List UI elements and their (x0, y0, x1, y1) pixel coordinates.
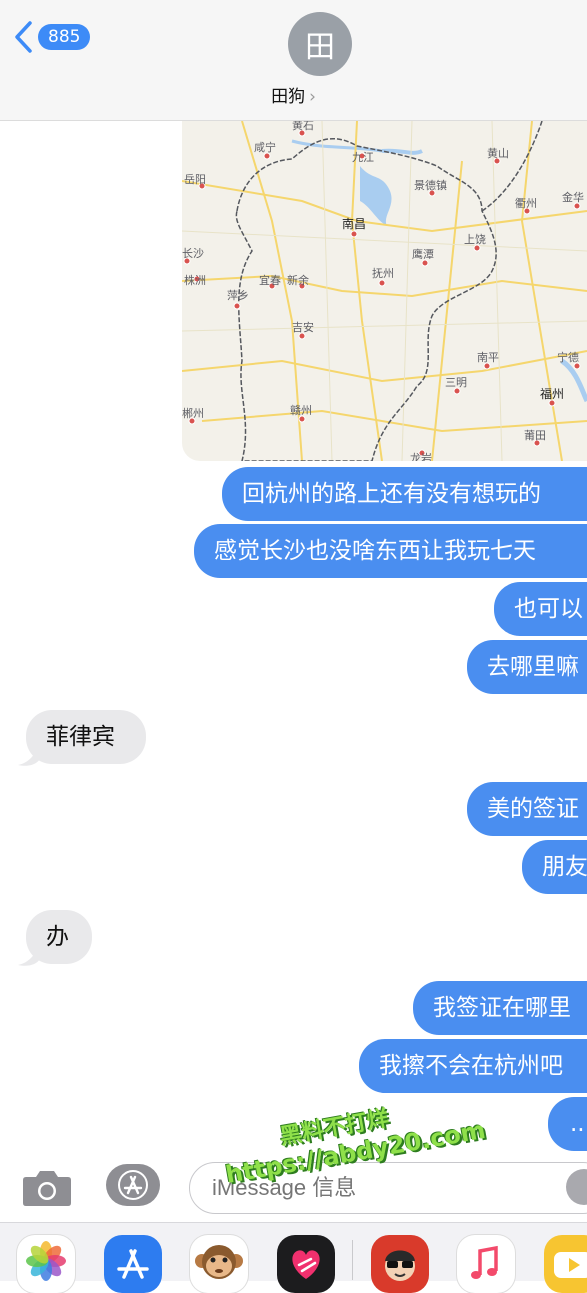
app-store-icon (118, 1170, 148, 1200)
map-city-label: 抚州 (372, 266, 394, 280)
youtube-icon[interactable] (544, 1235, 587, 1293)
map-city-label: 岳阳 (184, 173, 206, 186)
app-store-button[interactable] (106, 1164, 160, 1206)
map-city-label: 南昌 (342, 216, 366, 231)
map-attachment[interactable]: 黄石 咸宁 九江 黄山 岳阳 景德镇 衢州 金华 南昌 长沙 鹰潭 上饶 株洲 … (182, 121, 587, 461)
bubble-tail (18, 745, 40, 766)
message-bubble-sent[interactable]: 回杭州的路上还有没有想玩的 (222, 467, 587, 521)
map-city-label: 莆田 (524, 429, 546, 442)
map-city-label: 上饶 (464, 233, 486, 246)
digital-touch-icon[interactable] (277, 1235, 335, 1293)
map-city-label: 吉安 (292, 320, 314, 334)
map-city-label: 赣州 (290, 403, 312, 417)
photos-icon[interactable] (17, 1235, 75, 1293)
map-city-label: 咸宁 (254, 140, 276, 154)
map-city-label: 萍乡 (227, 289, 249, 302)
map-city-label: 衢州 (515, 197, 537, 210)
map-city-label: 九江 (352, 151, 374, 164)
animoji-monkey-icon[interactable] (190, 1235, 248, 1293)
map-city-label: 金华 (562, 190, 584, 204)
camera-icon[interactable] (22, 1167, 72, 1207)
message-bubble-sent[interactable]: ... (548, 1097, 587, 1151)
chevron-right-icon: › (309, 87, 316, 107)
map-city-label: 龙岩 (410, 451, 432, 461)
map-city-label: 黄山 (487, 146, 509, 160)
avatar-initial: 田 (305, 30, 335, 65)
message-bubble-sent[interactable]: 去哪里嘛 (467, 640, 587, 694)
contact-avatar[interactable]: 田 (288, 12, 352, 76)
map-city-label: 宜春 (259, 273, 281, 287)
contact-name: 田狗 (271, 87, 306, 107)
message-bubble-sent[interactable]: 也可以 (494, 582, 587, 636)
map-city-label: 三明 (445, 376, 467, 389)
message-bubble-sent[interactable]: 我签证在哪里 (413, 981, 587, 1035)
conversation-header: 885 田 田狗 › (0, 0, 587, 121)
music-icon[interactable] (457, 1235, 515, 1293)
map-city-label: 株洲 (184, 273, 206, 287)
contact-name-button[interactable]: 田狗 › (0, 82, 587, 107)
map-city-label: 南平 (477, 351, 499, 364)
map-city-label: 新余 (287, 273, 309, 287)
back-button[interactable]: 885 (12, 20, 91, 54)
message-bubble-sent[interactable]: 朋友 (522, 840, 587, 894)
bubble-tail (18, 945, 40, 966)
unread-count-badge: 885 (38, 24, 91, 50)
map-city-label: 宁德 (557, 350, 579, 364)
message-bubble-sent[interactable]: 感觉长沙也没啥东西让我玩七天 (194, 524, 587, 578)
app-store-icon[interactable] (104, 1235, 162, 1293)
map-city-label: 长沙 (182, 247, 204, 260)
memoji-icon[interactable] (371, 1235, 429, 1293)
map-city-label: 郴州 (182, 406, 204, 420)
map-city-label: 福州 (540, 386, 564, 401)
map-city-label: 鹰潭 (412, 247, 434, 261)
message-bubble-received[interactable]: 菲律宾 (26, 710, 146, 764)
tray-divider (352, 1240, 353, 1280)
map-city-label: 景德镇 (414, 178, 447, 192)
chevron-left-icon (15, 21, 32, 53)
message-bubble-sent[interactable]: 美的签证 (467, 782, 587, 836)
map-city-label: 黄石 (292, 121, 314, 132)
map-image: 黄石 咸宁 九江 黄山 岳阳 景德镇 衢州 金华 南昌 长沙 鹰潭 上饶 株洲 … (182, 121, 587, 461)
